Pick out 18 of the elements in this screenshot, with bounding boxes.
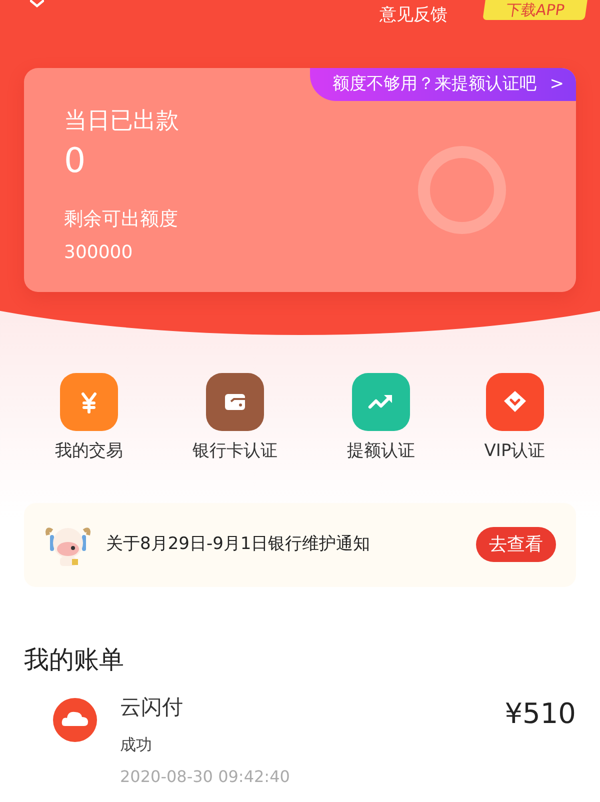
bill-amount: ¥510 (504, 696, 576, 732)
notice-text: 关于8月29日-9月1日银行维护通知 (106, 532, 372, 556)
paid-today-amount: 0 (64, 140, 87, 182)
bill-name: 云闪付 (120, 694, 184, 720)
section-title: 我的账单 (24, 644, 125, 676)
shortcut-label[interactable]: VIP认证 (484, 439, 546, 464)
bill-time: 2020-08-30 09:42:40 (120, 766, 291, 786)
remaining-amount: 300000 (64, 241, 134, 265)
paid-today-label: 当日已出款 (64, 107, 180, 136)
bill-status: 成功 (120, 734, 153, 756)
remaining-label: 剩余可出额度 (64, 206, 179, 232)
shortcut-label[interactable]: 我的交易 (54, 439, 123, 464)
quota-upgrade-banner[interactable]: 额度不够用？来提额认证吧 > (310, 68, 576, 101)
view-button[interactable]: 去查看 (476, 527, 556, 562)
shortcut-label[interactable]: 提额认证 (346, 439, 415, 464)
cloud-logo-icon (52, 696, 98, 742)
shortcut-label[interactable]: 银行卡认证 (192, 439, 278, 464)
ring-icon (416, 144, 508, 236)
